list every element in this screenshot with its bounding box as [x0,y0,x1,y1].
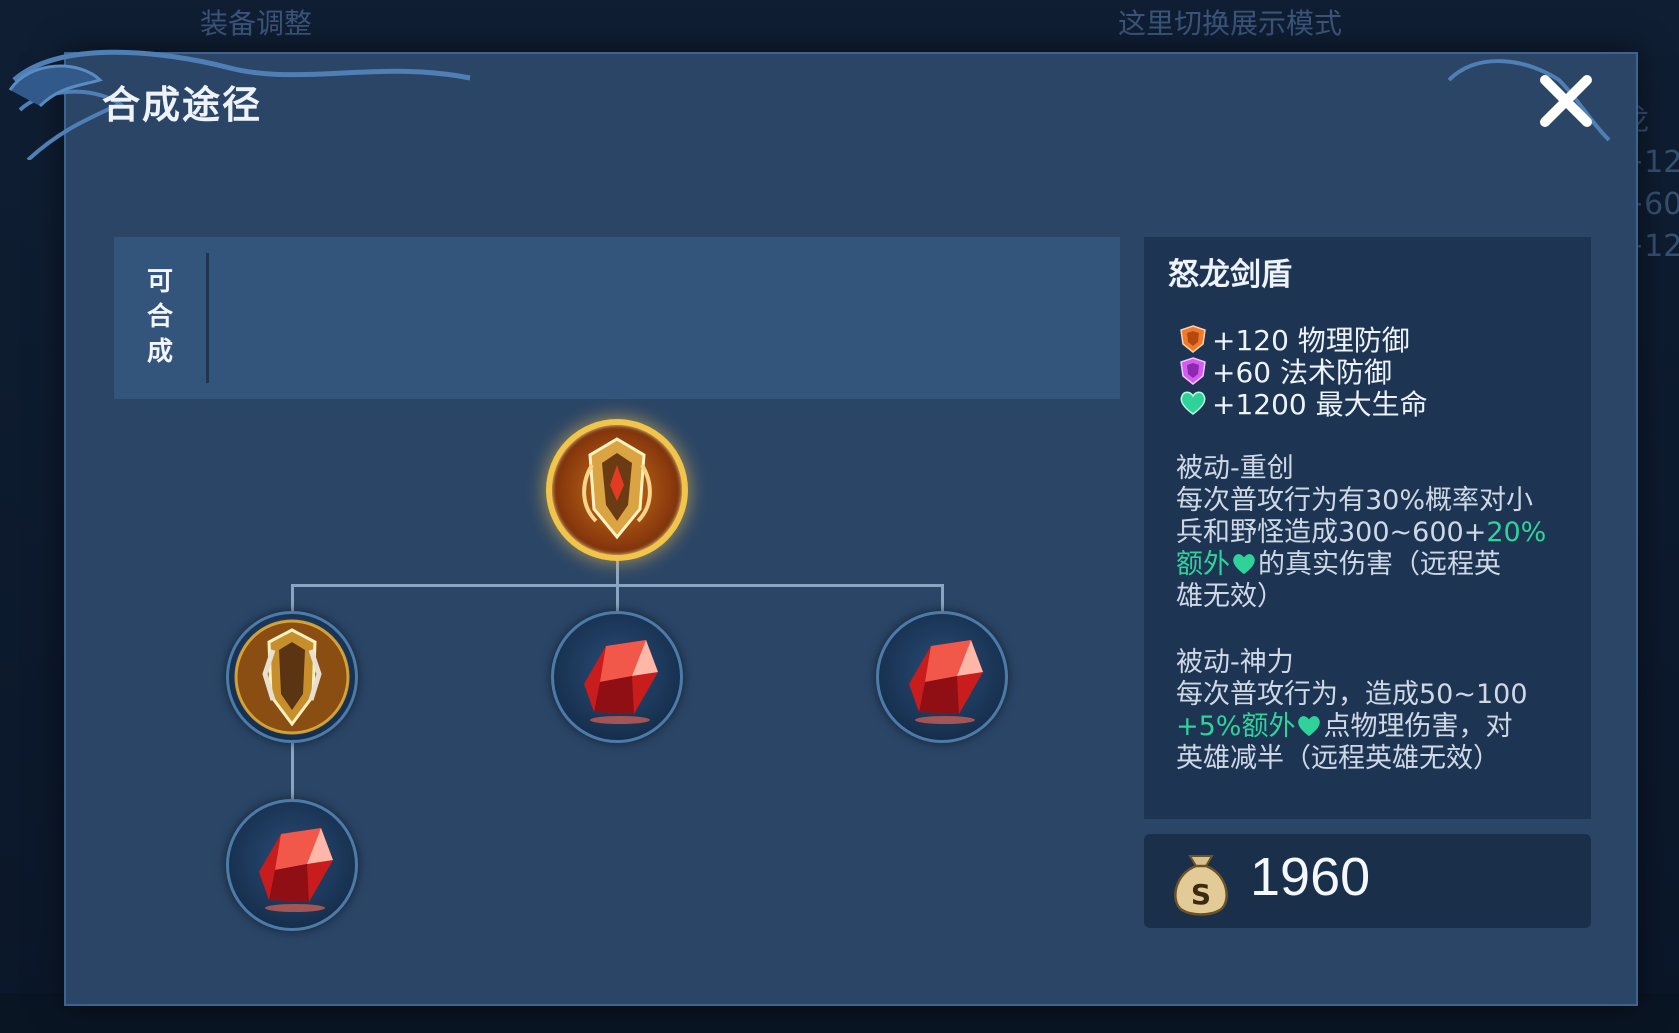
stat-max-health: +1200 最大生命 [1178,387,1428,421]
item-price: S 1960 [1144,834,1591,928]
tree-child-item[interactable] [226,611,358,743]
close-icon [1540,75,1592,127]
svg-text:S: S [1191,878,1211,911]
craftable-label: 可 合 成 [146,267,173,367]
health-icon [1298,716,1321,737]
shield-icon [234,619,350,735]
tree-connector [616,557,619,585]
dialog-title: 合成途径 [102,83,263,127]
tree-connector [291,584,294,612]
game-screen: 装备调整 这里切换展示模式 龙 +12 +60 +12 合成途径 可 合 成 [0,0,1679,1033]
tree-child-item[interactable] [876,611,1008,743]
red-crystal-icon [584,640,658,724]
passive-title: 被动-神力 [1176,647,1294,678]
gold-bag-icon: S [1174,855,1228,916]
tree-child-item[interactable] [551,611,683,743]
tree-root-item[interactable] [546,419,688,561]
passive-divine-power: 被动-神力 每次普攻行为，造成50~100 +5%额外 点物理伤害，对 英雄减半（… [1176,647,1576,775]
red-crystal-icon [909,640,983,724]
item-name: 怒龙剑盾 [1168,257,1292,293]
health-icon [1233,554,1255,575]
close-button[interactable] [1535,70,1597,132]
passive-title: 被动-重创 [1176,453,1294,484]
craftable-items-bar: 可 合 成 [114,237,1120,399]
red-crystal-icon [259,828,333,912]
tree-connector [941,584,944,612]
health-icon [1180,391,1206,415]
physical-defense-icon [1180,325,1206,353]
tree-grandchild-item[interactable] [226,799,358,931]
passive-heavy-wound: 被动-重创 每次普攻行为有30%概率对小 兵和野怪造成300~600+20% 额… [1176,453,1576,613]
tree-connector [616,584,619,612]
craftable-divider [206,253,209,383]
tree-connector [291,740,294,802]
dragon-sword-shield-icon [582,437,652,540]
item-stats: +120 物理防御 +60 法术防御 +1200 最大生命 [1178,323,1428,421]
price-value: 1960 [1250,847,1371,907]
background-mode-switch: 这里切换展示模式 [1118,7,1343,40]
magic-defense-icon [1180,357,1206,385]
item-info-panel: 怒龙剑盾 +120 物理防御 +60 法术防御 +1200 最大生命 被动-重创… [1144,237,1591,819]
